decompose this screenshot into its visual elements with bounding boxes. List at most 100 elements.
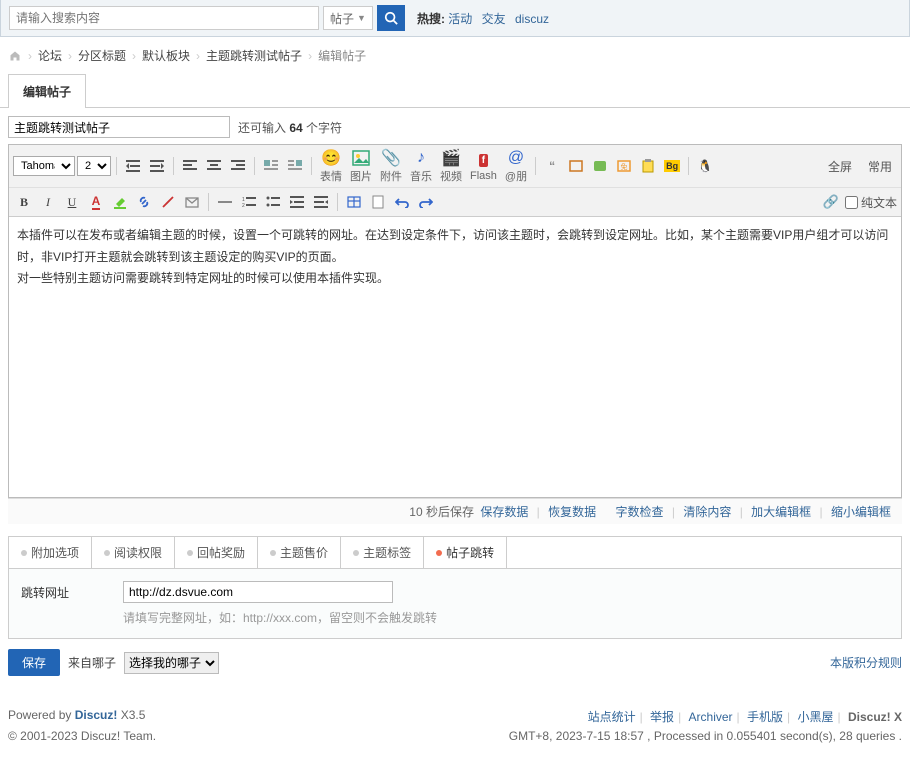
spellcheck-link[interactable]: 字数检查 [616,505,664,519]
title-row: 还可输入 64 个字符 [8,116,902,138]
unlink-icon[interactable] [157,191,179,213]
svg-text:免: 免 [621,162,628,171]
hot-link[interactable]: 活动 [448,12,472,26]
undo-icon[interactable] [391,191,413,213]
search-category-select[interactable]: 帖子 ▼ [323,6,373,30]
credit-rules-link[interactable]: 本版积分规则 [830,654,902,671]
home-icon[interactable] [8,50,22,62]
hr-icon[interactable] [214,191,236,213]
opt-tab-reward[interactable]: 回帖奖励 [175,537,258,568]
image-icon [351,148,371,168]
save-now-link[interactable]: 保存数据 [480,505,528,519]
hot-link[interactable]: discuz [515,12,549,26]
emoji-button[interactable]: 😊表情 [317,148,345,184]
opt-tab-price[interactable]: 主题售价 [258,537,341,568]
save-button[interactable]: 保存 [8,649,60,676]
outdent-icon[interactable] [310,191,332,213]
at-button[interactable]: @@朋 [502,148,530,184]
font-family-select[interactable]: Tahoma [13,156,75,176]
music-icon: ♪ [411,148,431,168]
powered-link[interactable]: Discuz! [75,708,118,722]
link-small-icon[interactable]: 🔗 [823,194,839,210]
footer-link[interactable]: 站点统计 [588,710,636,724]
music-button[interactable]: ♪音乐 [407,148,435,184]
autosave-countdown: 10 秒后保存 [409,505,474,519]
indent-right-icon[interactable] [146,155,168,177]
flash-button[interactable]: fFlash [467,150,500,182]
italic-icon[interactable]: I [37,191,59,213]
opt-tab-tags[interactable]: 主题标签 [341,537,424,568]
search-input[interactable] [9,6,319,30]
link-icon[interactable] [133,191,155,213]
footer-link[interactable]: 举报 [650,710,674,724]
restore-link[interactable]: 恢复数据 [548,505,596,519]
email-icon[interactable] [181,191,203,213]
footer-link[interactable]: Archiver [689,710,733,724]
plaintext-checkbox[interactable] [845,196,858,209]
editor-content[interactable]: 本插件可以在发布或者编辑主题的时候，设置一个可跳转的网址。在达到设定条件下，访问… [9,217,901,497]
list-ol-icon[interactable]: 12 [238,191,260,213]
opt-tab-extra[interactable]: 附加选项 [9,537,92,568]
footer-link[interactable]: 手机版 [747,710,783,724]
bg-color-icon[interactable] [109,191,131,213]
align-left-icon[interactable] [179,155,201,177]
paste-icon[interactable] [637,155,659,177]
plaintext-toggle[interactable]: 纯文本 [845,194,897,211]
powered-version: X3.5 [117,708,145,722]
tab-edit-post[interactable]: 编辑帖子 [8,74,86,108]
breadcrumb-item[interactable]: 默认板块 [142,47,190,64]
breadcrumb-sep: › [28,49,32,63]
align-right-icon[interactable] [227,155,249,177]
page-tabs: 编辑帖子 [0,74,910,108]
search-button[interactable] [377,5,405,31]
indent-icon[interactable] [286,191,308,213]
float-right-icon[interactable] [284,155,306,177]
qq-icon[interactable]: 🐧 [694,155,716,177]
expand-link[interactable]: 加大编辑框 [751,505,811,519]
table-icon[interactable] [343,191,365,213]
video-button[interactable]: 🎬视频 [437,148,465,184]
powered-prefix: Powered by [8,708,75,722]
editor-toolbar: Tahoma 2 😊表情 图片 [9,145,901,217]
attach-button[interactable]: 📎附件 [377,148,405,184]
redirect-url-input[interactable] [123,581,393,603]
hot-link[interactable]: 交友 [482,12,506,26]
font-size-select[interactable]: 2 [77,156,111,176]
opt-tab-redirect[interactable]: 帖子跳转 [424,537,507,568]
quote-icon[interactable]: “ [541,155,563,177]
image-button[interactable]: 图片 [347,148,375,184]
redirect-panel: 跳转网址 请填写完整网址，如：http://xxx.com，留空则不会触发跳转 [8,568,902,639]
code-icon[interactable] [565,155,587,177]
font-color-icon[interactable]: A [85,191,107,213]
indent-left-icon[interactable] [122,155,144,177]
common-button[interactable]: 常用 [863,156,897,177]
fullscreen-button[interactable]: 全屏 [823,156,857,177]
hot-search-label: 热搜: [417,12,445,26]
search-category-label: 帖子 [330,10,354,27]
hide-icon[interactable] [589,155,611,177]
float-left-icon[interactable] [260,155,282,177]
redirect-label: 跳转网址 [21,581,111,601]
at-icon: @ [506,148,526,168]
clear-link[interactable]: 清除内容 [683,505,731,519]
opt-tab-read[interactable]: 阅读权限 [92,537,175,568]
bold-icon[interactable]: B [13,191,35,213]
svg-text:2: 2 [242,203,245,208]
footer-link[interactable]: 小黑屋 [798,710,834,724]
copyright: © 2001-2023 Discuz! Team. [8,729,156,743]
align-center-icon[interactable] [203,155,225,177]
list-ul-icon[interactable] [262,191,284,213]
source-select[interactable]: 选择我的哪子 [124,652,219,674]
free-icon[interactable]: 免 [613,155,635,177]
post-title-input[interactable] [8,116,230,138]
option-tabs: 附加选项 阅读权限 回帖奖励 主题售价 主题标签 帖子跳转 [8,536,902,568]
page-icon[interactable] [367,191,389,213]
bg-icon[interactable]: Bg [661,155,683,177]
shrink-link[interactable]: 缩小编辑框 [831,505,891,519]
breadcrumb-item[interactable]: 分区标题 [78,47,126,64]
breadcrumb-item[interactable]: 主题跳转测试帖子 [206,47,302,64]
redo-icon[interactable] [415,191,437,213]
underline-icon[interactable]: U [61,191,83,213]
breadcrumb-current: 编辑帖子 [318,47,366,64]
breadcrumb-item[interactable]: 论坛 [38,47,62,64]
